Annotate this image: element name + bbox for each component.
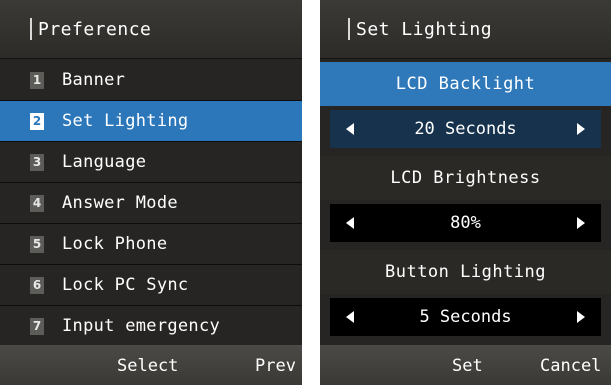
right-arrow-icon[interactable] [577,311,585,323]
item-number: 3 [30,153,44,171]
item-label: Lock PC Sync [62,275,189,295]
cancel-softkey[interactable]: Cancel [540,356,601,376]
menu-item-lock-pc-sync[interactable]: 6 Lock PC Sync [0,265,302,306]
select-softkey[interactable]: Select [117,356,178,376]
set-softkey[interactable]: Set [452,356,483,376]
item-number: 6 [30,276,44,294]
left-arrow-icon[interactable] [346,217,354,229]
item-number: 2 [30,112,44,130]
title-accent [30,18,32,40]
right-arrow-icon[interactable] [577,123,585,135]
item-number: 1 [30,71,44,89]
left-arrow-icon[interactable] [346,123,354,135]
lcd-backlight-header: LCD Backlight [320,62,611,106]
prev-softkey[interactable]: Prev [255,356,296,376]
preference-menu: 1 Banner 2 Set Lighting 3 Language 4 Ans… [0,60,302,347]
item-label: Input emergency [62,316,221,336]
item-label: Set Lighting [62,111,189,131]
menu-item-lock-phone[interactable]: 5 Lock Phone [0,224,302,265]
item-label: Lock Phone [62,234,168,254]
softkey-bar: Set Cancel [320,345,611,385]
item-number: 5 [30,235,44,253]
screen-title: Preference [38,18,152,40]
item-number: 4 [30,194,44,212]
title-bar: Set Lighting [320,0,611,59]
menu-item-banner[interactable]: 1 Banner [0,60,302,101]
lcd-brightness-header: LCD Brightness [320,156,611,200]
lcd-backlight-selector[interactable]: 20 Seconds [330,110,601,148]
menu-item-language[interactable]: 3 Language [0,142,302,183]
menu-item-input-emergency[interactable]: 7 Input emergency [0,306,302,347]
softkey-bar: Select Prev [0,345,302,385]
title-accent [348,18,350,40]
title-bar: Preference [0,0,302,59]
lcd-brightness-selector[interactable]: 80% [330,204,601,242]
button-lighting-selector[interactable]: 5 Seconds [330,298,601,336]
item-label: Answer Mode [62,193,178,213]
preference-screen: Preference 1 Banner 2 Set Lighting 3 Lan… [0,0,302,385]
item-number: 7 [30,317,44,335]
right-arrow-icon[interactable] [577,217,585,229]
lcd-brightness-value: 80% [450,213,481,233]
screen-title: Set Lighting [356,18,493,40]
button-lighting-value: 5 Seconds [419,307,512,327]
set-lighting-screen: Set Lighting LCD Backlight 20 Seconds LC… [320,0,611,385]
item-label: Language [62,152,147,172]
left-arrow-icon[interactable] [346,311,354,323]
menu-item-answer-mode[interactable]: 4 Answer Mode [0,183,302,224]
menu-item-set-lighting[interactable]: 2 Set Lighting [0,101,302,142]
item-label: Banner [62,70,126,90]
button-lighting-header: Button Lighting [320,250,611,294]
lcd-backlight-value: 20 Seconds [414,119,517,139]
